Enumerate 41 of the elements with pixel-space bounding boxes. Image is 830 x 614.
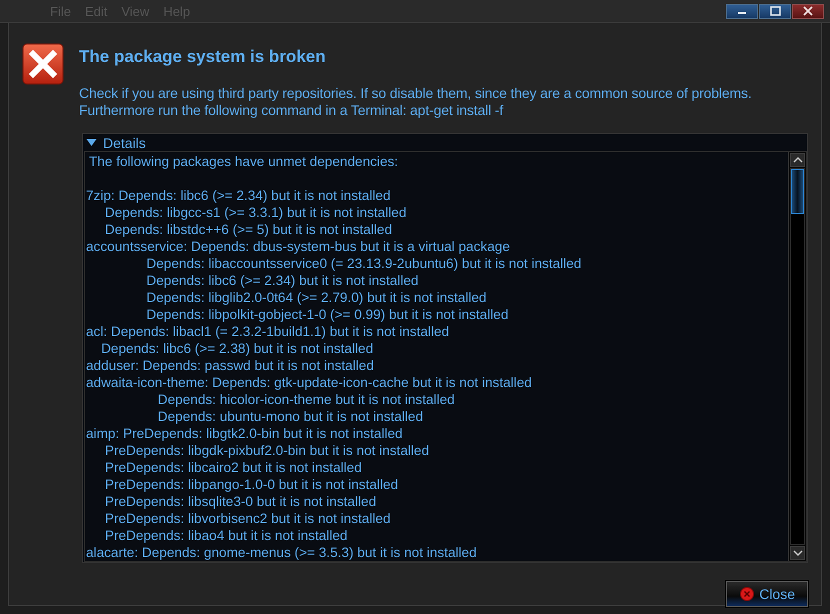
log-line: PreDepends: libcairo2 but it is not installed [104, 459, 363, 476]
log-line: Depends: libpolkit-gobject-1-0 (>= 0.99) but it is not installed [145, 306, 510, 323]
expanded-triangle-icon [86, 138, 97, 147]
log-line: Depends: hicolor-icon-theme but it is not installed [156, 391, 456, 408]
log-line: alacarte: Depends: gnome-menus (>= 3.5.3) but it is not installed [86, 544, 478, 561]
scroll-up-button[interactable] [790, 153, 805, 167]
log-line: adwaita-icon-theme: Depends: gtk-update-icon-cache but it is not installed [86, 374, 533, 391]
log-line: Depends: libstdc++6 (>= 5) but it is not installed [104, 221, 394, 238]
log-line: 7zip: Depends: libc6 (>= 2.34) but it is not installed [86, 187, 392, 204]
log-line: adduser: Depends: passwd but it is not installed [86, 357, 375, 374]
scroll-down-button[interactable] [790, 546, 805, 560]
log-line: aimp: PreDepends: libgtk2.0-bin but it is not installed [86, 425, 404, 442]
log-line: Depends: libc6 (>= 2.34) but it is not installed [145, 272, 420, 289]
log-line: Depends: libgcc-s1 (>= 3.3.1) but it is not installed [104, 204, 408, 221]
log-line: Depends: libglib2.0-0t64 (>= 2.79.0) but it is not installed [145, 289, 488, 306]
dialog-title: The package system is broken [79, 47, 327, 67]
log-line: PreDepends: libvorbisenc2 but it is not installed [104, 510, 392, 527]
log-line: PreDepends: libsqlite3-0 but it is not installed [104, 493, 378, 510]
maximize-icon [769, 6, 781, 16]
close-button[interactable] [792, 4, 824, 18]
chevron-down-icon [792, 550, 802, 556]
log-line: PreDepends: libao4 but it is not installed [104, 527, 348, 544]
minimize-button[interactable] [726, 4, 758, 18]
error-icon [22, 43, 64, 85]
log-line: Depends: libc6 (>= 2.38) but it is not installed [100, 340, 374, 357]
close-dialog-button[interactable]: Close [726, 581, 808, 607]
log-line: accountsservice: Depends: dbus-system-bus but it is a virtual package [86, 238, 511, 255]
log-line: PreDepends: libpango-1.0-0 but it is not installed [104, 476, 400, 493]
log-line: Depends: libaccountsservice0 (= 23.13.9-2ubuntu6) but it is not installed [145, 255, 582, 272]
close-icon [802, 6, 814, 16]
details-expander[interactable]: Details [83, 134, 807, 151]
maximize-button[interactable] [759, 4, 791, 18]
scrollbar-thumb[interactable] [791, 169, 804, 214]
log-line: acl: Depends: libacl1 (= 2.3.2-1build1.1) but it is not installed [86, 323, 450, 340]
chevron-up-icon [792, 157, 802, 163]
message-text: Furthermore run the following command in a Terminal: apt-get install -f [79, 102, 504, 119]
message-text: Check if you are using third party repositories. If so disable them, since they are a common source of problems. [79, 85, 752, 102]
close-circle-icon [740, 587, 754, 601]
log-line: The following packages have unmet dependencies: [88, 153, 400, 170]
log-line: PreDepends: libgdk-pixbuf2.0-bin but it is not installed [104, 442, 430, 459]
log-line: Depends: ubuntu-mono but it is not installed [156, 408, 424, 425]
